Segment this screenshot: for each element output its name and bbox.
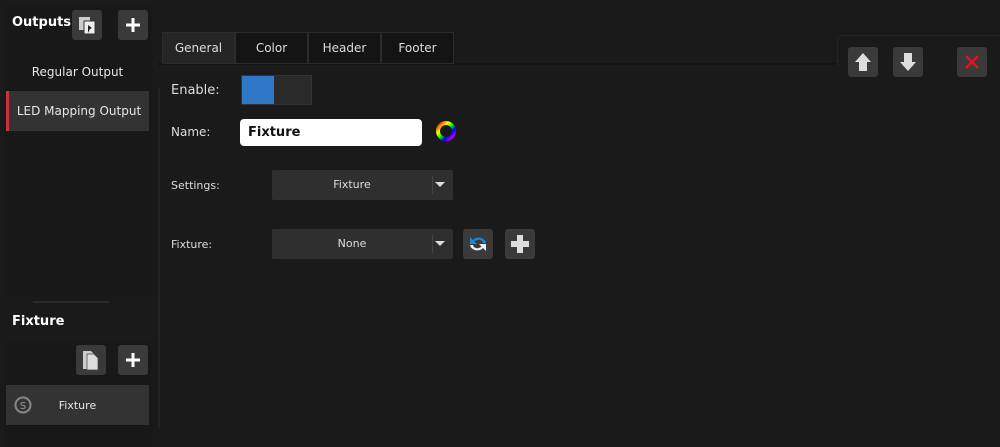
tab-label: Color: [255, 41, 288, 55]
outputs-panel: [4, 5, 153, 297]
chevron-down-icon: [435, 182, 445, 187]
arrow-down-icon: [900, 53, 916, 71]
tab-footer[interactable]: Footer: [381, 32, 454, 64]
fixture-list-item[interactable]: S Fixture: [6, 385, 149, 425]
tab-label: General: [174, 41, 223, 55]
svg-text:S: S: [20, 401, 26, 412]
settings-dropdown[interactable]: Fixture: [272, 170, 453, 200]
copy-icon: [79, 17, 96, 35]
arrow-up-icon: [855, 53, 871, 71]
refresh-fixture-button[interactable]: [463, 229, 493, 259]
outputs-title: Outputs: [12, 15, 72, 30]
settings-label: Settings:: [171, 179, 220, 192]
add-fixture-type-button[interactable]: [505, 229, 535, 259]
tab-label: Footer: [398, 41, 437, 55]
vertical-divider: [158, 88, 160, 428]
tab-general[interactable]: General: [162, 32, 235, 64]
fixture-panel-title: Fixture: [12, 314, 65, 329]
fixture-label: Fixture: [58, 398, 97, 412]
move-up-button[interactable]: [848, 47, 878, 77]
close-icon: [965, 55, 979, 69]
plus-icon: [126, 18, 140, 32]
fixture-label: Fixture:: [171, 238, 213, 251]
circled-s-icon: S: [14, 396, 32, 414]
document-icon: [83, 351, 99, 371]
dropdown-separator: [432, 235, 433, 253]
dropdown-separator: [432, 176, 433, 194]
fixture-dropdown[interactable]: None: [272, 229, 453, 259]
output-label: LED Mapping Output: [16, 104, 142, 118]
plus-icon: [511, 235, 529, 253]
add-output-button[interactable]: [118, 10, 148, 40]
chevron-down-icon: [435, 241, 445, 246]
plus-icon: [126, 353, 140, 367]
splitter-handle[interactable]: [33, 301, 109, 303]
tab-header[interactable]: Header: [308, 32, 381, 64]
move-down-button[interactable]: [893, 47, 923, 77]
settings-value: Fixture: [333, 178, 371, 191]
tab-color[interactable]: Color: [235, 32, 308, 64]
delete-button[interactable]: [957, 47, 987, 77]
name-input[interactable]: [240, 119, 422, 146]
copy-fixture-button[interactable]: [76, 345, 106, 375]
refresh-icon: [470, 237, 486, 251]
name-label: Name:: [171, 125, 211, 139]
enable-label: Enable:: [171, 83, 220, 98]
toggle-knob: [242, 76, 274, 104]
output-label: Regular Output: [31, 65, 124, 79]
fixture-value: None: [337, 237, 367, 250]
tab-label: Header: [322, 41, 367, 55]
color-wheel-icon[interactable]: [435, 120, 457, 142]
enable-toggle[interactable]: [241, 75, 312, 105]
duplicate-output-button[interactable]: [72, 10, 102, 40]
output-item-regular[interactable]: Regular Output: [6, 52, 149, 92]
add-fixture-button[interactable]: [118, 345, 148, 375]
output-item-led-mapping[interactable]: LED Mapping Output: [6, 91, 149, 131]
